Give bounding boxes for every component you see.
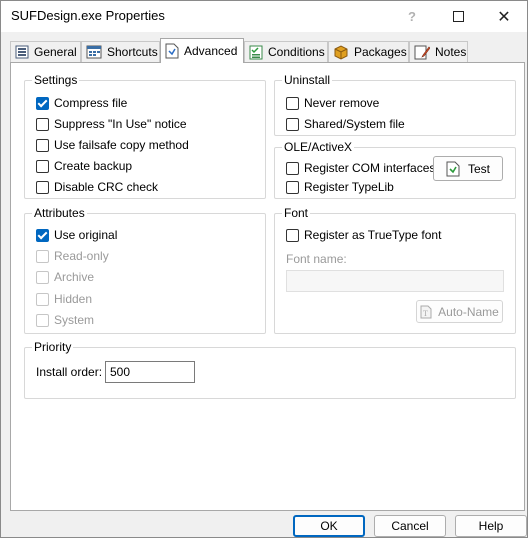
hidden-checkbox[interactable]: Hidden <box>36 292 92 306</box>
archive-checkbox[interactable]: Archive <box>36 270 94 284</box>
properties-dialog: SUFDesign.exe Properties ? ✕ General Sho… <box>0 0 528 538</box>
suppress-in-use-checkbox[interactable]: Suppress "In Use" notice <box>36 117 187 131</box>
never-remove-checkbox[interactable]: Never remove <box>286 96 379 110</box>
checkbox-indicator[interactable] <box>36 180 49 194</box>
use-original-checkbox[interactable]: Use original <box>36 228 117 242</box>
tab-label: General <box>34 45 77 59</box>
conditions-icon <box>249 44 263 60</box>
tab-label: Packages <box>354 45 407 59</box>
checkbox-indicator[interactable] <box>286 180 299 194</box>
tab-label: Shortcuts <box>107 45 158 59</box>
tab-label: Conditions <box>268 45 325 59</box>
system-checkbox[interactable]: System <box>36 313 94 327</box>
advanced-icon <box>165 43 179 59</box>
failsafe-copy-checkbox[interactable]: Use failsafe copy method <box>36 138 189 152</box>
title-bar: SUFDesign.exe Properties ? ✕ <box>1 1 527 32</box>
install-order-input[interactable]: 500 <box>105 361 195 383</box>
checkbox-indicator[interactable] <box>36 117 49 131</box>
tab-notes[interactable]: Notes <box>409 41 468 62</box>
maximize-button[interactable] <box>435 1 481 32</box>
compress-file-checkbox[interactable]: Compress file <box>36 96 127 110</box>
checkbox-indicator[interactable] <box>36 292 49 306</box>
checkbox-indicator[interactable] <box>36 138 49 152</box>
tab-general[interactable]: General <box>10 41 81 62</box>
tab-strip: General Shortcuts Advanced Conditions Pa… <box>1 38 527 63</box>
maximize-icon <box>452 11 464 22</box>
priority-group-label: Priority <box>32 340 74 354</box>
checkbox-indicator[interactable] <box>36 270 49 284</box>
tab-advanced[interactable]: Advanced <box>160 38 244 63</box>
uninstall-group-label: Uninstall <box>282 73 333 87</box>
checkbox-indicator[interactable] <box>286 228 299 242</box>
register-typelib-checkbox[interactable]: Register TypeLib <box>286 180 394 194</box>
ole-activex-group-label: OLE/ActiveX <box>282 140 355 154</box>
font-group: Font Register as TrueType font Font name… <box>274 206 516 334</box>
checkbox-indicator[interactable] <box>286 117 299 131</box>
shortcuts-icon <box>86 44 102 60</box>
checkbox-indicator[interactable] <box>36 159 49 173</box>
settings-group: Settings Compress file Suppress "In Use"… <box>24 73 266 199</box>
attributes-group-label: Attributes <box>32 206 87 220</box>
font-file-icon: T <box>420 305 432 319</box>
test-button[interactable]: Test <box>433 156 503 181</box>
tab-label: Advanced <box>184 44 238 58</box>
read-only-checkbox[interactable]: Read-only <box>36 249 109 263</box>
tab-shortcuts[interactable]: Shortcuts <box>81 41 160 62</box>
close-icon: ✕ <box>497 8 511 26</box>
checkbox-indicator[interactable] <box>286 161 299 175</box>
tab-packages[interactable]: Packages <box>328 41 409 62</box>
packages-icon <box>333 44 349 60</box>
create-backup-checkbox[interactable]: Create backup <box>36 159 132 173</box>
ole-activex-group: OLE/ActiveX Register COM interfaces Regi… <box>274 140 516 199</box>
general-icon <box>15 44 29 60</box>
register-truetype-checkbox[interactable]: Register as TrueType font <box>286 228 441 242</box>
checkbox-indicator[interactable] <box>36 228 49 242</box>
attributes-group: Attributes Use original Read-only Archiv… <box>24 206 266 334</box>
window-title: SUFDesign.exe Properties <box>11 8 165 23</box>
uninstall-group: Uninstall Never remove Shared/System fil… <box>274 73 516 136</box>
priority-group: Priority Install order: 500 <box>24 340 516 399</box>
tab-label: Notes <box>435 45 467 59</box>
settings-group-label: Settings <box>32 73 80 87</box>
font-name-label: Font name: <box>286 252 347 266</box>
cancel-button[interactable]: Cancel <box>374 515 446 537</box>
install-order-label: Install order: <box>36 365 103 379</box>
advanced-tab-panel: Settings Compress file Suppress "In Use"… <box>10 62 525 511</box>
notes-icon <box>414 44 430 60</box>
auto-name-button[interactable]: T Auto-Name <box>416 300 503 323</box>
ok-button[interactable]: OK <box>293 515 365 537</box>
shared-system-file-checkbox[interactable]: Shared/System file <box>286 117 405 131</box>
help-button[interactable]: Help <box>455 515 527 537</box>
disable-crc-checkbox[interactable]: Disable CRC check <box>36 180 158 194</box>
help-icon: ? <box>408 9 416 24</box>
checkbox-indicator[interactable] <box>36 249 49 263</box>
tab-conditions[interactable]: Conditions <box>244 41 328 62</box>
checkbox-indicator[interactable] <box>36 96 49 110</box>
checkbox-indicator[interactable] <box>36 313 49 327</box>
checkbox-indicator[interactable] <box>286 96 299 110</box>
svg-text:T: T <box>423 309 428 318</box>
register-com-checkbox[interactable]: Register COM interfaces <box>286 161 435 175</box>
test-icon <box>446 161 460 177</box>
font-group-label: Font <box>282 206 311 220</box>
close-button[interactable]: ✕ <box>481 1 527 32</box>
font-name-input[interactable] <box>286 270 504 292</box>
